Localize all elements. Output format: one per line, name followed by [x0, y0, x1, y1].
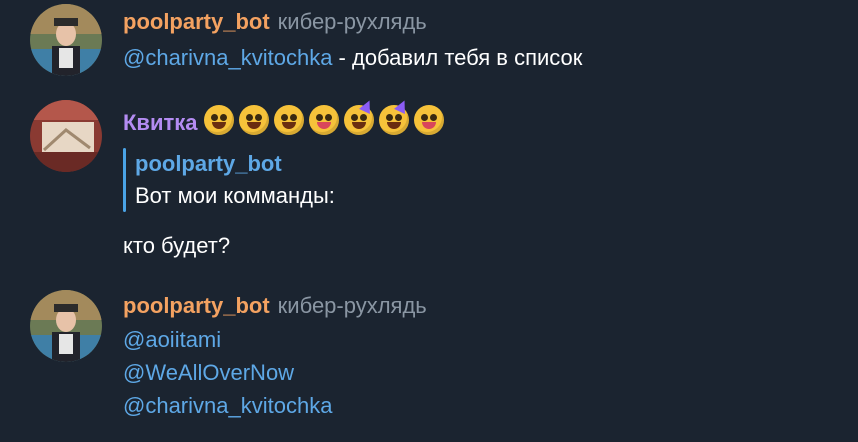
reply-sender: poolparty_bot — [135, 151, 282, 176]
message-1: poolparty_bot кибер-рухлядь @charivna_kvi… — [0, 0, 858, 90]
sender-name[interactable]: poolparty_bot — [123, 293, 270, 318]
message-body: - добавил тебя в список — [332, 45, 583, 70]
mention-link[interactable]: @charivna_kvitochka — [123, 45, 332, 70]
sender-line: Квитка — [123, 105, 449, 137]
emoji-squinting-tongue-icon — [413, 105, 444, 135]
reply-text: Вот мои комманды: — [135, 183, 335, 208]
bot-avatar[interactable] — [30, 290, 102, 362]
reply-bar — [123, 148, 126, 212]
emoji-star-struck-icon — [203, 105, 234, 135]
sender-tag: кибер-рухлядь — [277, 293, 427, 318]
sender-line: poolparty_bot кибер-рухлядь — [123, 8, 427, 36]
sender-line: poolparty_bot кибер-рухлядь — [123, 292, 427, 320]
message-2: Квитка poolparty_bot Вот мои комманды: к… — [0, 90, 858, 280]
sender-name[interactable]: poolparty_bot — [123, 9, 270, 34]
emoji-partying-face-icon — [378, 105, 409, 135]
emoji-partying-face-icon — [343, 105, 374, 135]
emoji-zany-face-icon — [308, 105, 339, 135]
mention-link[interactable]: @WeAllOverNow — [123, 357, 294, 389]
sender-tag: кибер-рухлядь — [277, 9, 427, 34]
bot-avatar[interactable] — [30, 4, 102, 76]
user-avatar[interactable] — [30, 100, 102, 172]
message-3: poolparty_bot кибер-рухлядь @aoiitami @We… — [0, 280, 858, 442]
emoji-star-struck-icon — [273, 105, 304, 135]
mention-link[interactable]: @aoiitami — [123, 324, 221, 356]
emoji-star-struck-icon — [238, 105, 269, 135]
sender-name[interactable]: Квитка — [123, 110, 198, 135]
mention-link[interactable]: @charivna_kvitochka — [123, 390, 332, 422]
message-text: @charivna_kvitochka - добавил тебя в спи… — [123, 42, 582, 74]
reply-quote[interactable]: poolparty_bot Вот мои комманды: — [123, 148, 423, 212]
message-text: кто будет? — [123, 233, 231, 258]
